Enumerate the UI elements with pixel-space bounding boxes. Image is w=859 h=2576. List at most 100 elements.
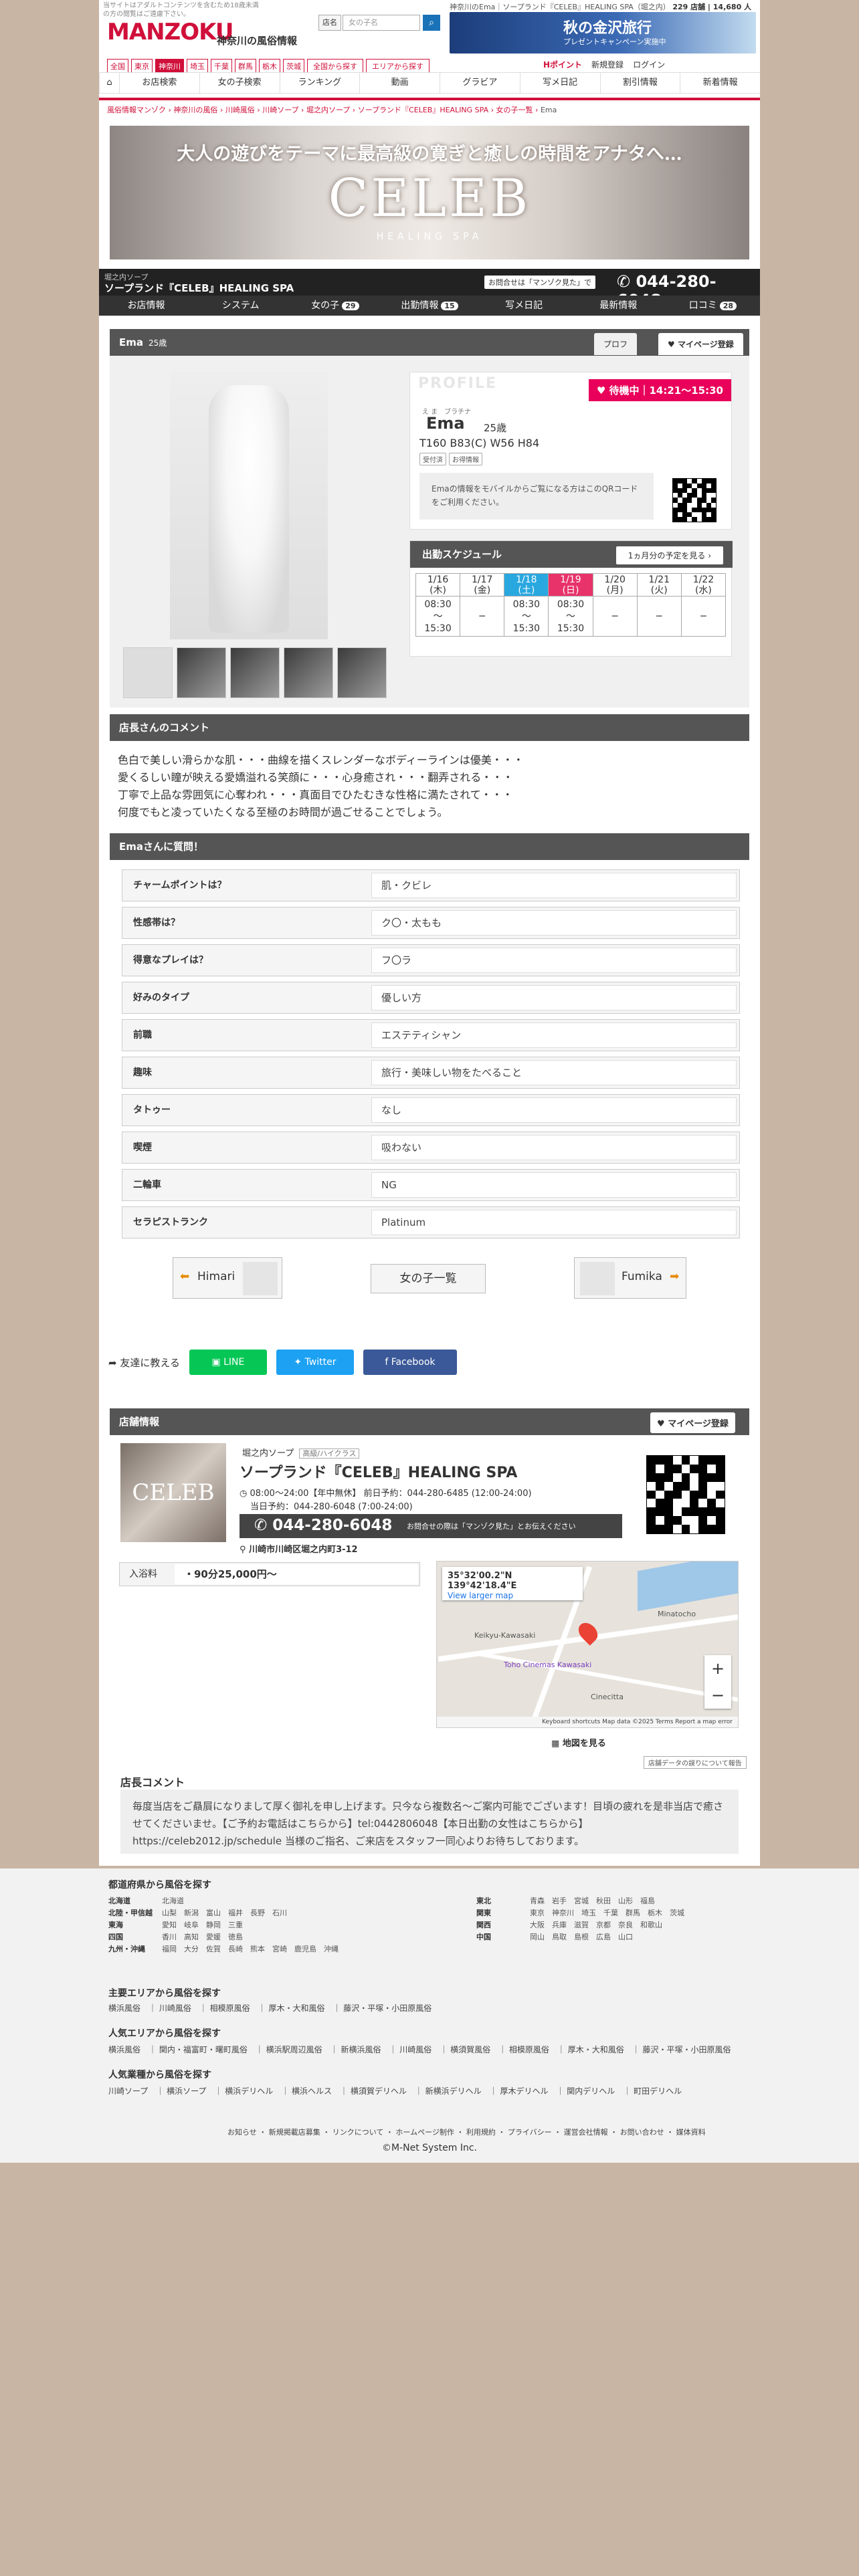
footer-genre-links[interactable]: 川崎ソープ ｜ 横浜ソープ ｜ 横浜デリヘル ｜ 横浜ヘルス ｜ 横須賀デリヘル… <box>108 2085 682 2097</box>
girl-list-button[interactable]: 女の子一覧 <box>371 1264 486 1293</box>
qr-module <box>687 498 692 503</box>
gnav-shop-search[interactable]: お店検索 <box>119 73 199 93</box>
register-link[interactable]: 新規登録 <box>591 59 624 70</box>
search-type-select[interactable]: 店名 <box>318 15 341 31</box>
pref-link[interactable]: 群馬 <box>235 59 256 74</box>
footer-pref-links[interactable]: 岡山 鳥取 島根 広島 山口 <box>530 1933 633 1941</box>
girl-tag: 受付済 <box>419 453 446 465</box>
footer-pref-row: 九州・沖縄 福岡 大分 佐賀 長崎 熊本 宮崎 鹿児島 沖縄 <box>108 1943 389 1955</box>
thumbnail[interactable] <box>284 647 333 698</box>
pref-link[interactable]: 東京 <box>131 59 153 74</box>
pref-link[interactable]: 茨城 <box>283 59 304 74</box>
shop-mypage-button[interactable]: ♥ マイページ登録 <box>650 1412 735 1433</box>
qr-module <box>701 479 706 484</box>
shop-nav-reviews[interactable]: 口コミ 28 <box>666 296 760 316</box>
home-icon[interactable]: ⌂ <box>99 73 119 93</box>
footer-pop-area-links[interactable]: 横浜風俗 ｜ 関内・福富町・曙町風俗 ｜ 横浜駅周辺風俗 ｜ 新横浜風俗 ｜ 川… <box>108 2044 731 2055</box>
qr-module <box>664 1525 673 1533</box>
search-input[interactable]: 女の子名 <box>343 15 420 31</box>
thumbnail[interactable] <box>123 647 173 698</box>
facebook-share-button[interactable]: f Facebook <box>363 1350 457 1375</box>
footer-pref-links[interactable]: 大阪 兵庫 滋賀 京都 奈良 和歌山 <box>530 1921 662 1929</box>
zoom-in-icon[interactable]: + <box>704 1655 731 1682</box>
gnav-discount[interactable]: 割引情報 <box>599 73 680 93</box>
gnav-video[interactable]: 動画 <box>359 73 440 93</box>
footer-pref-links[interactable]: 青森 岩手 宮城 秋田 山形 福島 <box>530 1897 655 1905</box>
pref-link[interactable]: 栃木 <box>259 59 280 74</box>
view-map-button[interactable]: ▦ 地図を見る <box>551 1736 606 1749</box>
line-share-button[interactable]: ▣ LINE <box>189 1350 267 1375</box>
gnav-gravure[interactable]: グラビア <box>440 73 520 93</box>
gnav-new[interactable]: 新着情報 <box>680 73 760 93</box>
shop-nav-news[interactable]: 最新情報 <box>571 296 666 316</box>
footer-pref-links[interactable]: 東京 神奈川 埼玉 千葉 群馬 栃木 茨城 <box>530 1909 684 1917</box>
tab-profile[interactable]: プロフ <box>594 333 638 355</box>
map-larger-link[interactable]: View larger map <box>448 1591 513 1600</box>
shop-tel-box[interactable]: ✆ 044-280-6048 お問合せの際は「マンゾク見た」とお伝えください <box>240 1514 622 1538</box>
girl-age-large: 25歳 <box>484 422 507 434</box>
footer-pref-links[interactable]: 山梨 新潟 富山 福井 長野 石川 <box>162 1909 287 1917</box>
shop-nav-diary[interactable]: 写メ日記 <box>477 296 571 316</box>
zoom-out-icon[interactable]: − <box>704 1682 731 1709</box>
top-banner[interactable]: 秋の金沢旅行 プレゼントキャンペーン実施中 <box>450 12 756 53</box>
gnav-ranking[interactable]: ランキング <box>279 73 360 93</box>
twitter-share-button[interactable]: ✦ Twitter <box>276 1350 354 1375</box>
qr-module <box>710 479 716 484</box>
breadcrumb-item[interactable]: 川崎風俗 <box>225 106 255 114</box>
footer-pop-area-title: 人気エリアから風俗を探す <box>108 2028 221 2039</box>
shop-map[interactable]: 35°32'00.2"N 139°42'18.4"E View larger ma… <box>436 1561 739 1728</box>
qr-module <box>672 1481 682 1491</box>
pref-link[interactable]: 埼玉 <box>187 59 208 74</box>
footer-pref-row: 四国 香川 高知 愛媛 徳島 <box>108 1931 389 1943</box>
mypage-register-button[interactable]: ♥ マイページ登録 <box>658 333 743 355</box>
girl-main-photo[interactable] <box>170 372 328 639</box>
breadcrumb-item[interactable]: 川崎ソープ <box>262 106 298 114</box>
shop-hero-banner[interactable]: 大人の遊びをテーマに最高級の寛ぎと癒しの時間をアナタへ… CELEB HEALI… <box>110 126 749 259</box>
thumbnail[interactable] <box>177 647 226 698</box>
thumbnail[interactable] <box>337 647 387 698</box>
breadcrumb-item[interactable]: ソープランド『CELEB』HEALING SPA <box>358 106 488 114</box>
footer-main-area-links[interactable]: 横浜風俗 ｜ 川崎風俗 ｜ 相模原風俗 ｜ 厚木・大和風俗 ｜ 藤沢・平塚・小田… <box>108 2002 432 2014</box>
gnav-girl-search[interactable]: 女の子検索 <box>199 73 280 93</box>
qr-module <box>687 503 692 508</box>
map-icon: ▦ <box>551 1739 563 1749</box>
shop-name[interactable]: ソープランド『CELEB』HEALING SPA <box>104 281 294 295</box>
breadcrumb-item[interactable]: 女の子一覧 <box>496 106 533 114</box>
footer-genre-title: 人気業種から風俗を探す <box>108 2070 211 2080</box>
pref-link[interactable]: 全国 <box>107 59 128 74</box>
month-schedule-button[interactable]: 1ヵ月分の予定を見る › <box>615 546 723 564</box>
shop-nav-info[interactable]: お店情報 <box>99 296 193 316</box>
shop-nav-schedule[interactable]: 出勤情報 15 <box>382 296 476 316</box>
points-link[interactable]: Hポイント <box>543 59 582 70</box>
rep-comment-body: 毎度当店をご贔屓になりまして厚く御礼を申し上げます。只今なら複数名〜ご案内可能で… <box>120 1790 739 1854</box>
search-button[interactable]: ⌕ <box>423 15 440 31</box>
qa-question: 好みのタイプ <box>133 992 189 1003</box>
schedule-time-part: 15:30 <box>424 623 452 634</box>
footer-pref-links[interactable]: 福岡 大分 佐賀 長崎 熊本 宮崎 鹿児島 沖縄 <box>162 1945 339 1953</box>
next-girl-button[interactable]: Fumika ➡ <box>574 1257 686 1299</box>
shop-nav-girls[interactable]: 女の子 29 <box>288 296 382 316</box>
prev-girl-button[interactable]: ⬅ Himari <box>173 1257 282 1299</box>
footer-nav[interactable]: お知らせ ・ 新規掲載店募集 ・ リンクについて ・ ホームページ制作 ・ 利用… <box>227 2127 706 2137</box>
site-logo[interactable]: MANZOKU <box>107 19 234 45</box>
pref-link[interactable]: 千葉 <box>211 59 232 74</box>
gnav-diary[interactable]: 写メ日記 <box>519 73 600 93</box>
shop-nav-system[interactable]: システム <box>193 296 288 316</box>
pref-link-all[interactable]: 全国から探す <box>307 59 363 74</box>
footer-pref-links[interactable]: 香川 高知 愛媛 徳島 <box>162 1933 243 1941</box>
breadcrumb-item[interactable]: 堀之内ソープ <box>306 106 350 114</box>
breadcrumb-item[interactable]: 風俗情報マンゾク <box>107 106 166 114</box>
shop-logo-image[interactable]: CELEB <box>120 1443 226 1542</box>
report-error-link[interactable]: 店舗データの誤りについて報告 <box>644 1756 747 1769</box>
qr-module <box>696 484 702 489</box>
footer-pref-links[interactable]: 愛知 岐阜 静岡 三重 <box>162 1921 243 1929</box>
breadcrumb-item[interactable]: 神奈川の風俗 <box>173 106 217 114</box>
schedule-time: ─ <box>592 596 638 637</box>
pref-link-active[interactable]: 神奈川 <box>155 59 184 74</box>
comment-line: 色白で美しい滑らかな肌・・・曲線を描くスレンダーなボディーラインは優美・・・ <box>118 754 524 766</box>
login-link[interactable]: ログイン <box>633 59 665 70</box>
thumbnail[interactable] <box>230 647 280 698</box>
pref-link-area[interactable]: エリアから探す <box>366 59 430 74</box>
shop-nav-label: 最新情報 <box>599 300 638 311</box>
footer-pref-links[interactable]: 北海道 <box>162 1897 184 1905</box>
